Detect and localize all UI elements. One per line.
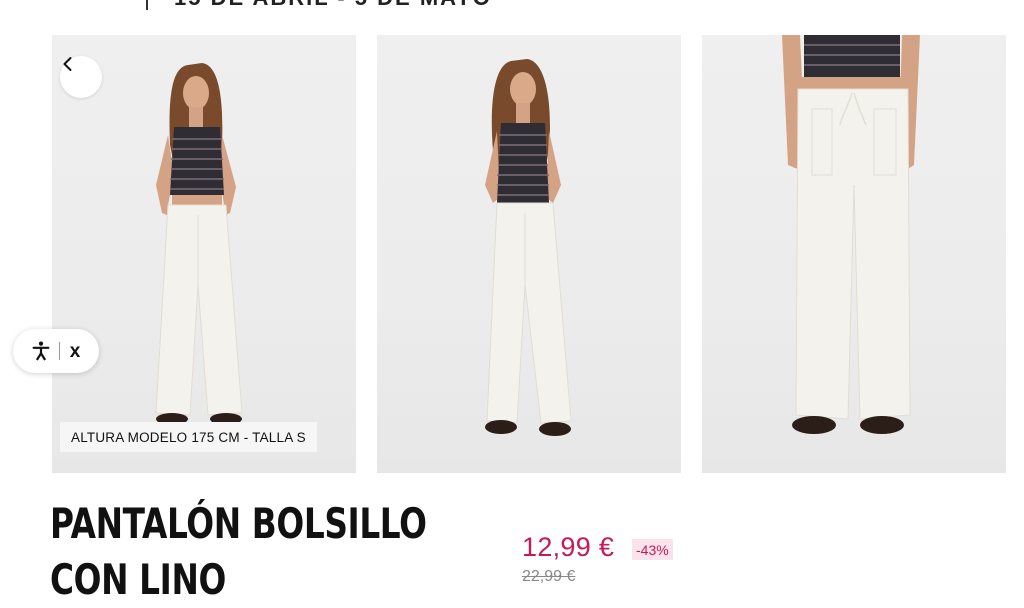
pants-detail-figure <box>782 35 920 434</box>
accessibility-icon[interactable] <box>29 339 53 363</box>
accessibility-separator <box>59 342 60 360</box>
model-figure-2 <box>485 59 572 436</box>
banner-text: 15 DE ABRIL - 5 DE MAYO <box>174 0 492 11</box>
chevron-left-icon <box>63 57 72 71</box>
original-price: 22,99 € <box>522 568 576 585</box>
product-photo-2[interactable] <box>377 35 681 473</box>
model-figure-1 <box>155 63 243 425</box>
model-info-tag: ALTURA MODELO 175 CM - TALLA S <box>60 422 317 452</box>
gallery-prev-button[interactable] <box>60 56 102 98</box>
current-price: 12,99 € <box>522 532 615 562</box>
discount-badge: -43% <box>632 539 673 560</box>
product-title-line-1: PANTALÓN BOLSILLO <box>50 499 427 548</box>
accessibility-close-button[interactable]: x <box>66 339 84 363</box>
product-photo-3[interactable] <box>702 35 1006 473</box>
product-photo-1[interactable]: ALTURA MODELO 175 CM - TALLA S <box>52 35 356 473</box>
product-title: PANTALÓN BOLSILLO CON LINO <box>50 496 427 608</box>
promo-banner: 15 DE ABRIL - 5 DE MAYO <box>146 0 492 10</box>
product-title-line-2: CON LINO <box>50 555 226 604</box>
banner-divider <box>146 0 148 10</box>
accessibility-widget: x <box>13 329 99 373</box>
